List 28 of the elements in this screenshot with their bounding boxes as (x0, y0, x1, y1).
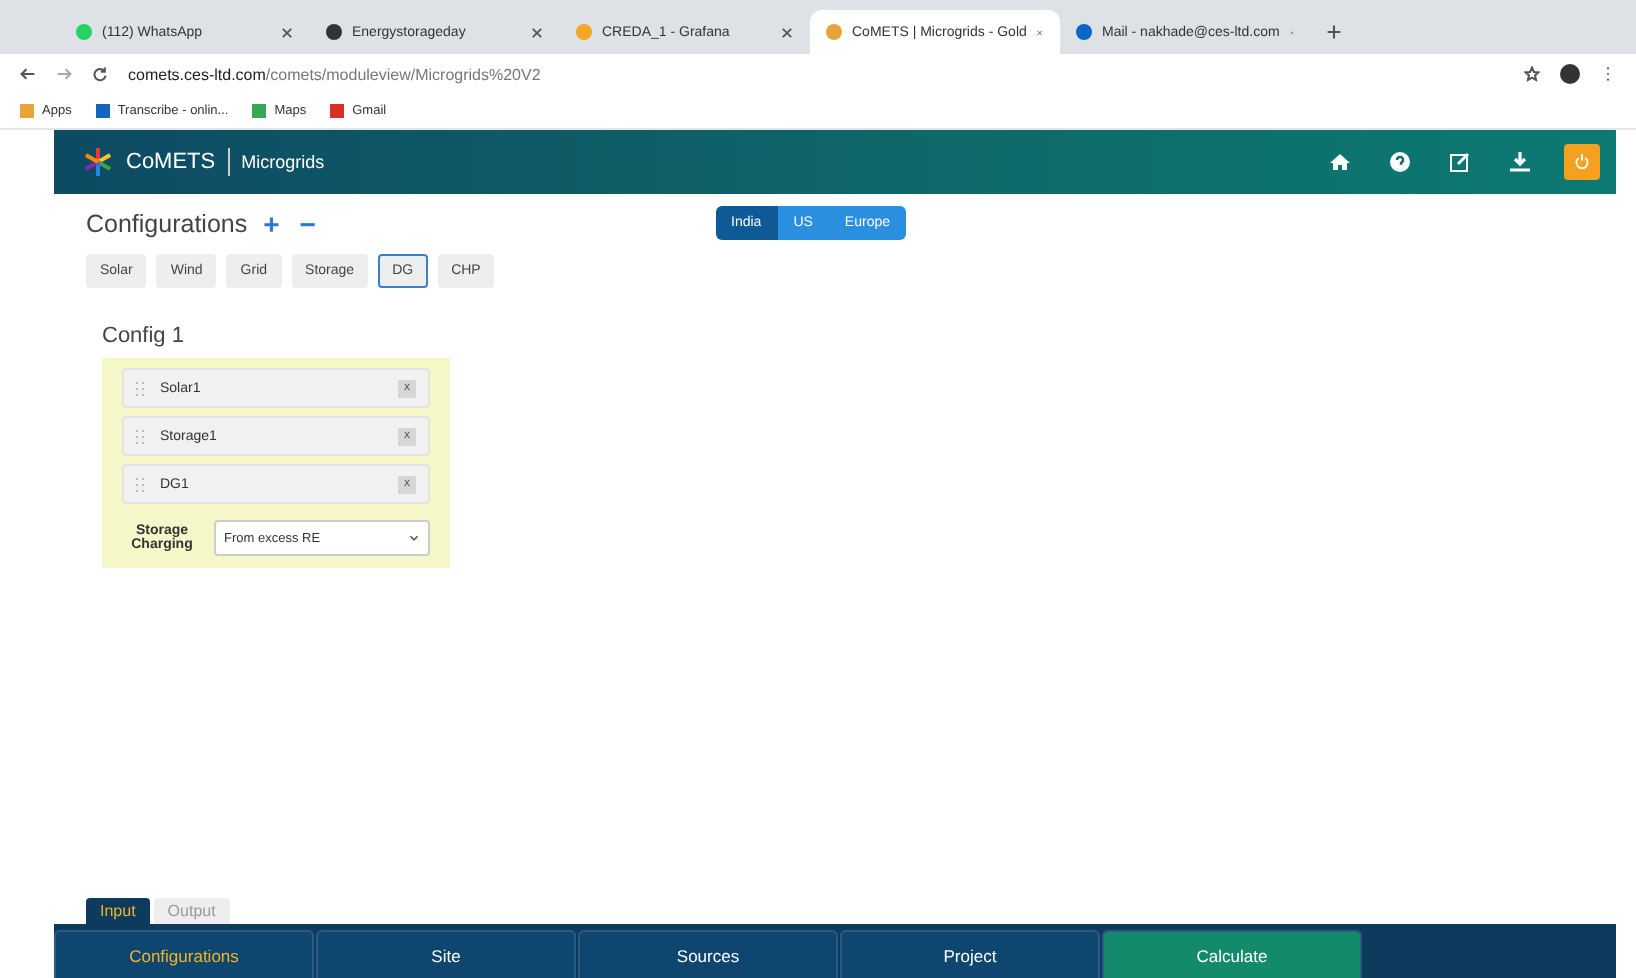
product-name: Microgrids (241, 152, 327, 172)
reload-icon[interactable] (92, 66, 108, 82)
brand-name: CoMETS (126, 150, 216, 174)
add-button[interactable]: + (259, 207, 284, 239)
help-icon[interactable] (1390, 152, 1410, 172)
nav-tab[interactable]: Configurations (54, 930, 314, 978)
io-tab[interactable]: Input (86, 898, 150, 924)
chevron-down-icon (408, 532, 420, 544)
star-icon[interactable] (1524, 66, 1540, 82)
calculate-button[interactable]: Calculate (1102, 930, 1362, 978)
page-title: Configurations (86, 209, 248, 237)
edit-icon[interactable] (1450, 152, 1470, 172)
back-icon[interactable] (20, 66, 36, 82)
nav-tab[interactable]: Sources (578, 930, 838, 978)
power-icon (1574, 154, 1590, 170)
logo-icon (82, 148, 114, 176)
nav-tab[interactable]: Site (316, 930, 576, 978)
home-icon[interactable] (1330, 152, 1350, 172)
config-title: Config 1 (102, 324, 186, 348)
download-icon[interactable] (1510, 152, 1530, 172)
nav-tab[interactable]: Project (840, 930, 1100, 978)
close-icon[interactable] (780, 25, 794, 39)
avatar-icon[interactable] (1560, 64, 1580, 84)
address-field[interactable]: comets.ces-ltd.com/comets/moduleview/Microgrids%20V2 (128, 65, 1504, 83)
close-icon[interactable] (280, 25, 294, 39)
close-icon[interactable] (530, 25, 544, 39)
plus-icon[interactable] (1326, 24, 1342, 40)
remove-button[interactable]: − (295, 207, 320, 239)
